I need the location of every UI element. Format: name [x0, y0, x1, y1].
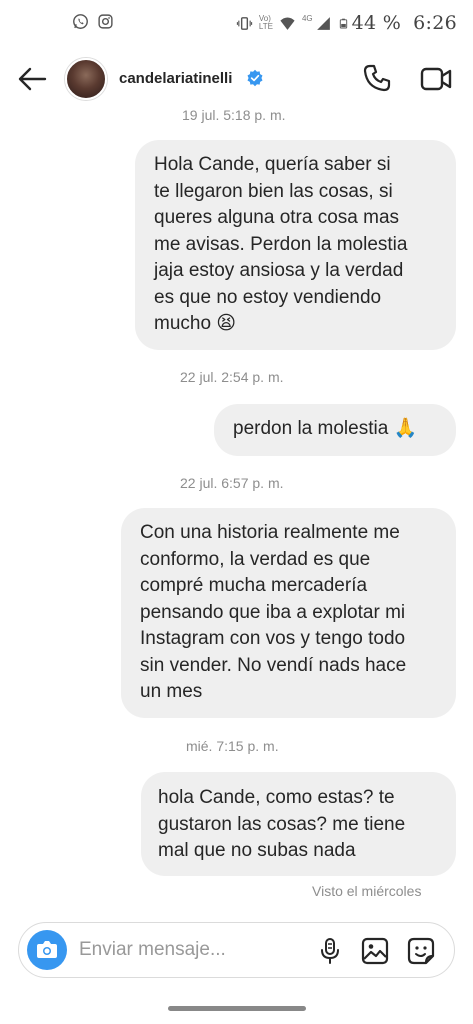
message-bubble-outgoing[interactable]: Con una historia realmente me conformo, …	[121, 508, 456, 718]
timestamp: 22 jul. 6:57 p. m.	[180, 475, 284, 491]
network-type-label: 4G	[301, 14, 313, 23]
message-bubble-outgoing[interactable]: perdon la molestia 🙏	[214, 404, 456, 456]
microphone-icon[interactable]	[315, 936, 345, 966]
timestamp: 22 jul. 2:54 p. m.	[180, 369, 284, 385]
gallery-icon[interactable]	[360, 936, 390, 966]
timestamp: 19 jul. 5:18 p. m.	[182, 107, 286, 123]
chat-username[interactable]: candelariatinelli	[119, 70, 232, 87]
timestamp: mié. 7:15 p. m.	[186, 738, 279, 754]
status-bar: Vo) LTE 4G 44 % 6:26	[0, 0, 473, 46]
message-text: Con una historia realmente me conformo, …	[140, 522, 407, 702]
back-arrow-icon[interactable]	[17, 66, 47, 92]
battery-percent: 44 %	[351, 12, 402, 34]
whatsapp-icon	[73, 14, 88, 29]
message-input[interactable]	[79, 937, 279, 963]
message-text: perdon la molestia 🙏	[233, 418, 418, 439]
message-text: hola Cande, como estas? te gustaron las …	[158, 787, 406, 861]
message-bubble-outgoing[interactable]: Hola Cande, quería saber si te llegaron …	[135, 140, 456, 350]
notification-icons	[72, 13, 114, 30]
message-bubble-outgoing[interactable]: hola Cande, como estas? te gustaron las …	[141, 772, 456, 876]
system-indicators: Vo) LTE 4G 44 % 6:26	[236, 12, 457, 34]
avatar[interactable]	[65, 58, 107, 100]
wifi-icon	[280, 16, 295, 30]
instagram-icon	[98, 14, 113, 29]
sticker-icon[interactable]	[406, 936, 436, 966]
camera-button[interactable]	[27, 930, 67, 970]
verified-badge-icon	[247, 69, 263, 87]
seen-status: Visto el miércoles	[312, 883, 422, 899]
clock: 6:26	[413, 12, 457, 34]
message-text: Hola Cande, quería saber si te llegaron …	[154, 154, 408, 334]
voice-call-icon[interactable]	[362, 63, 392, 93]
chat-header: candelariatinelli	[0, 46, 473, 112]
camera-icon	[37, 941, 57, 958]
message-composer	[18, 922, 455, 978]
volte-icon: Vo) LTE	[258, 14, 273, 31]
video-call-icon[interactable]	[419, 64, 453, 94]
home-indicator[interactable]	[168, 1006, 306, 1011]
signal-icon	[316, 16, 330, 30]
battery-icon	[339, 18, 347, 29]
vibrate-icon	[236, 16, 253, 30]
